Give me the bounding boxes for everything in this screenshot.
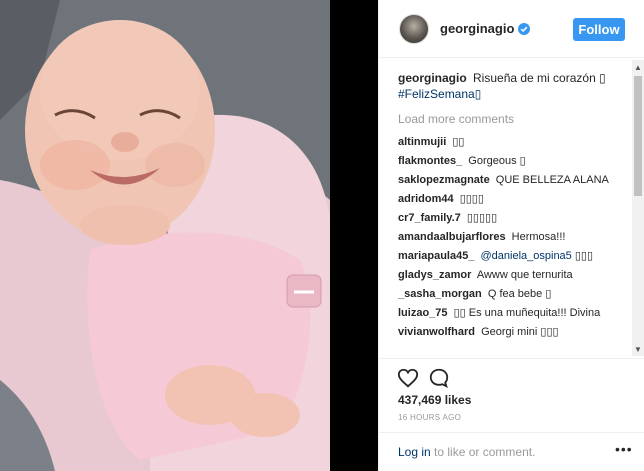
user-avatar[interactable] bbox=[399, 14, 429, 44]
heart-icon[interactable] bbox=[397, 367, 419, 389]
scroll-up-arrow-icon[interactable]: ▲ bbox=[632, 60, 644, 74]
post-header: georginagio Follow bbox=[379, 0, 644, 58]
follow-button[interactable]: Follow bbox=[573, 18, 625, 41]
post-sidebar: georginagio Follow georginagio Risueña d… bbox=[378, 0, 644, 471]
post-caption: georginagio Risueña de mi corazón ▯ #Fel… bbox=[398, 70, 624, 102]
comment-item: vivianwolfhard Georgi mini ▯▯▯ bbox=[398, 325, 624, 340]
post-footer: Log in to like or comment. ••• bbox=[379, 432, 644, 471]
comment-username[interactable]: flakmontes_ bbox=[398, 155, 462, 167]
more-options-icon[interactable]: ••• bbox=[615, 441, 633, 457]
comment-username[interactable]: gladys_zamor bbox=[398, 269, 471, 281]
scrollbar-thumb[interactable] bbox=[634, 76, 642, 196]
comments-list: georginagio Risueña de mi corazón ▯ #Fel… bbox=[398, 70, 624, 344]
post-username[interactable]: georginagio bbox=[440, 21, 514, 36]
comment-item: amandaalbujarflores Hermosa!!! bbox=[398, 230, 624, 245]
comment-text: Awww que ternurita bbox=[476, 269, 573, 281]
baby-photo bbox=[0, 0, 378, 471]
comment-text: QUE BELLEZA ALANA bbox=[495, 174, 609, 186]
comment-text: Georgi mini ▯▯▯ bbox=[481, 326, 559, 338]
post-username-wrapper[interactable]: georginagio bbox=[440, 21, 531, 36]
comment-item: luizao_75 ▯▯ Es una muñequita!!! Divina bbox=[398, 306, 624, 321]
comment-item: cr7_family.7 ▯▯▯▯▯ bbox=[398, 211, 624, 226]
comment-item: adridom44 ▯▯▯▯ bbox=[398, 192, 624, 207]
comment-username[interactable]: saklopezmagnate bbox=[398, 174, 490, 186]
comment-text: Hermosa!!! bbox=[511, 231, 566, 243]
comment-icon[interactable] bbox=[428, 367, 450, 389]
comment-mention[interactable]: @daniela_ospina5 bbox=[481, 250, 572, 262]
caption-username[interactable]: georginagio bbox=[398, 71, 467, 85]
comment-text: Q fea bebe ▯ bbox=[487, 288, 552, 300]
comment-item: mariapaula45_ @daniela_ospina5 ▯▯▯ bbox=[398, 249, 624, 264]
comment-username[interactable]: mariapaula45_ bbox=[398, 250, 474, 262]
comments-scrollbar[interactable]: ▲ ▼ bbox=[632, 60, 644, 356]
caption-text: Risueña de mi corazón ▯ bbox=[473, 71, 606, 85]
comment-text: ▯▯▯▯▯ bbox=[466, 212, 498, 224]
caption-hashtag[interactable]: #FelizSemana▯ bbox=[398, 87, 481, 101]
post-timestamp: 16 HOURS AGO bbox=[398, 413, 462, 422]
comment-text: ▯▯ Es una muñequita!!! Divina bbox=[453, 307, 601, 319]
comment-item: _sasha_morgan Q fea bebe ▯ bbox=[398, 287, 624, 302]
login-prompt: Log in to like or comment. bbox=[398, 445, 535, 459]
comment-text: ▯▯▯▯ bbox=[459, 193, 484, 205]
login-prompt-text: to like or comment. bbox=[430, 445, 536, 459]
comment-username[interactable]: vivianwolfhard bbox=[398, 326, 475, 338]
comment-text: ▯▯▯ bbox=[574, 250, 594, 262]
comment-text: ▯▯ bbox=[452, 136, 465, 148]
verified-badge-icon bbox=[518, 22, 531, 35]
likes-count[interactable]: 437,469 likes bbox=[398, 393, 471, 407]
comment-username[interactable]: altinmujii bbox=[398, 136, 446, 148]
comment-item: altinmujii ▯▯ bbox=[398, 135, 624, 150]
comment-item: gladys_zamor Awww que ternurita bbox=[398, 268, 624, 283]
comment-text: Gorgeous ▯ bbox=[468, 155, 526, 167]
comment-username[interactable]: luizao_75 bbox=[398, 307, 448, 319]
post-actions: 437,469 likes 16 HOURS AGO bbox=[379, 358, 644, 428]
comment-item: saklopezmagnate QUE BELLEZA ALANA bbox=[398, 173, 624, 188]
comment-username[interactable]: adridom44 bbox=[398, 193, 454, 205]
comment-username[interactable]: amandaalbujarflores bbox=[398, 231, 506, 243]
login-link[interactable]: Log in bbox=[398, 445, 431, 459]
load-more-comments-link[interactable]: Load more comments bbox=[398, 111, 624, 127]
comment-item: flakmontes_ Gorgeous ▯ bbox=[398, 154, 624, 169]
comment-username[interactable]: cr7_family.7 bbox=[398, 212, 461, 224]
comment-username[interactable]: _sasha_morgan bbox=[398, 288, 482, 300]
scroll-down-arrow-icon[interactable]: ▼ bbox=[632, 342, 644, 356]
comments-section: georginagio Risueña de mi corazón ▯ #Fel… bbox=[379, 58, 644, 358]
post-media[interactable] bbox=[0, 0, 378, 471]
